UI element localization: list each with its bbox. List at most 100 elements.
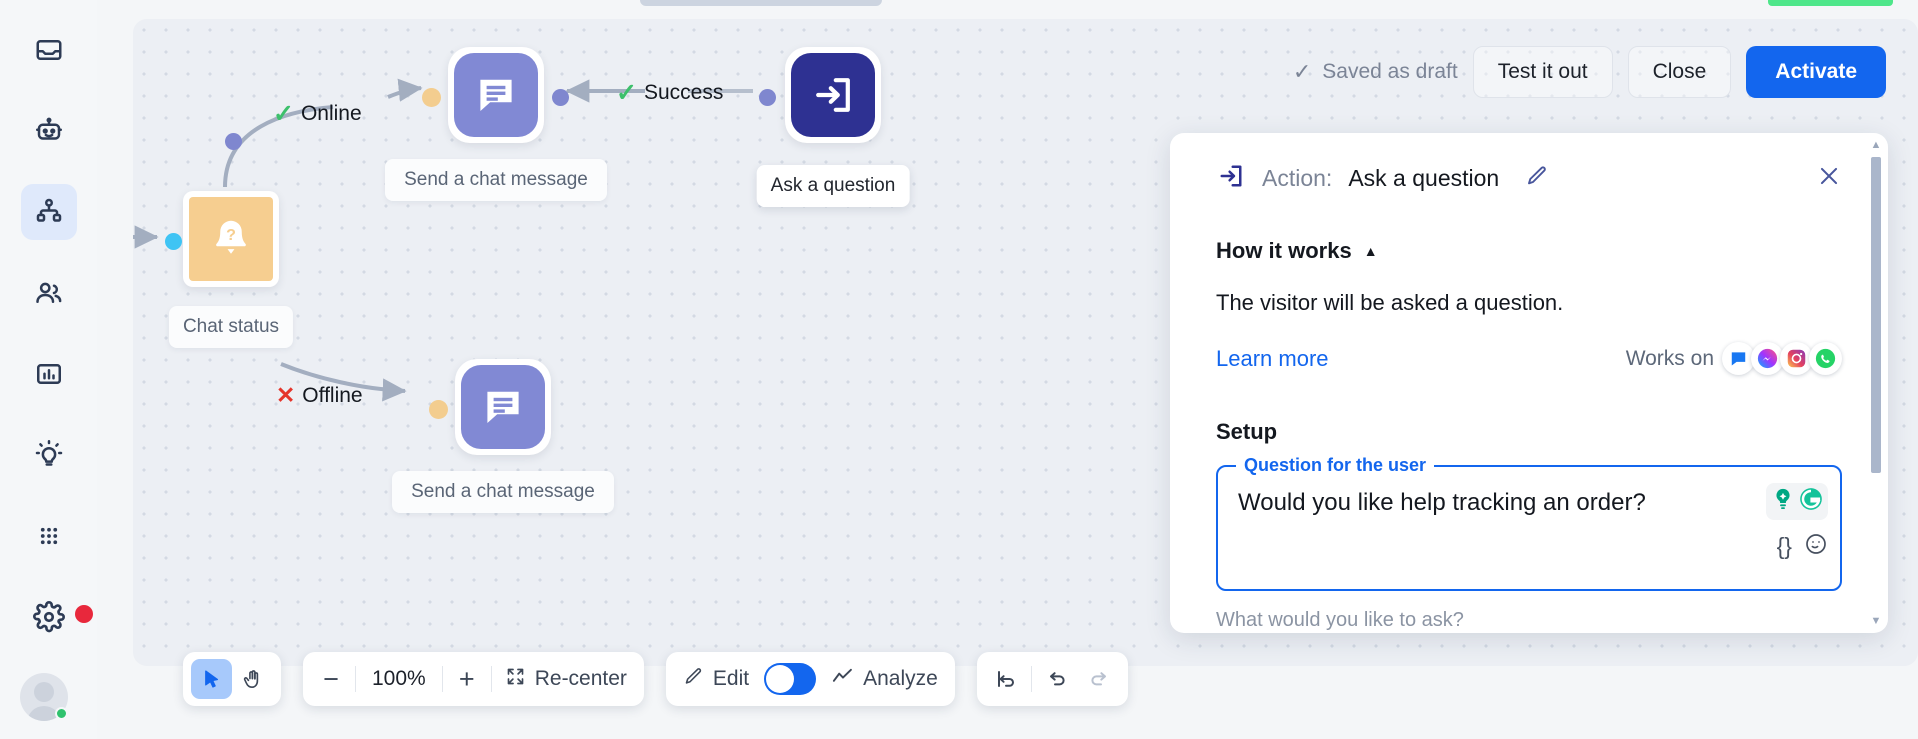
node-ask-a-question-box[interactable] [785,47,881,143]
recenter-button[interactable]: Re-center [496,659,636,699]
edit-mode-label: Edit [713,667,749,691]
node-send-chat-offline-input-port[interactable] [429,400,448,419]
sidebar-item-insights[interactable] [21,427,77,483]
node-send-chat-message-offline-box[interactable] [455,359,551,455]
zoom-group: − 100% + Re-center [303,652,644,706]
zoom-out-button[interactable]: − [311,659,351,699]
analyze-mode-button[interactable]: Analyze [822,659,947,699]
panel-scrollbar[interactable]: ▲ ▼ [1869,139,1883,627]
question-input[interactable]: Would you like help tracking an order? [1238,489,1710,517]
node-chat-status-input-port[interactable] [165,233,182,250]
gear-icon [33,601,65,633]
node-ask-a-question-label: Ask a question [757,165,910,207]
recenter-icon [505,666,526,693]
question-field-inline-tools: {} [1777,532,1828,561]
action-settings-panel: Action: Ask a question How it works ▲ Th… [1170,133,1888,633]
canvas-toolbar: − 100% + Re-center [183,652,1128,706]
activate-button[interactable]: Activate [1746,46,1886,98]
panel-header: Action: Ask a question [1216,161,1842,196]
edit-pencil-icon[interactable] [1525,164,1549,193]
svg-text:?: ? [226,226,236,244]
history-group [977,652,1128,706]
people-icon [34,278,64,308]
question-field-tools: {} [1766,483,1828,561]
saved-status: ✓ Saved as draft [1293,59,1458,85]
close-button[interactable]: Close [1628,46,1732,98]
test-it-out-button[interactable]: Test it out [1473,46,1613,98]
sidebar-item-flows[interactable] [21,184,77,240]
check-icon: ✓ [1293,59,1311,85]
reset-changes-button[interactable] [985,659,1027,699]
how-it-works-description: The visitor will be asked a question. [1216,290,1842,316]
chat-message-icon [454,53,538,137]
ai-assist-icon[interactable] [1770,486,1796,517]
edge-label-online-text: Online [301,102,362,126]
analyze-mode-label: Analyze [863,667,938,691]
how-it-works-header[interactable]: How it works ▲ [1216,238,1842,264]
sidebar-item-settings[interactable] [21,589,77,645]
bar-chart-icon [34,359,64,389]
tool-mode-group [183,652,281,706]
grammarly-icon[interactable] [1798,486,1824,517]
question-field-legend: Question for the user [1236,455,1434,476]
edit-mode-button[interactable]: Edit [674,659,758,699]
learn-more-row: Learn more Works on [1216,342,1842,375]
toolbar-divider [491,666,492,692]
avatar[interactable] [20,673,68,721]
redo-button[interactable] [1078,659,1120,699]
settings-alert-badge [75,605,93,623]
pencil-icon [683,666,704,693]
edge-label-offline: ✕ Offline [276,382,363,409]
question-field[interactable]: Question for the user Would you like hel… [1216,465,1842,591]
node-send-chat-message-online[interactable]: Send a chat message [448,47,544,143]
works-on-label: Works on [1626,347,1714,371]
sidebar-item-contacts[interactable] [21,265,77,321]
node-send-chat-online-output-port[interactable] [552,89,569,106]
select-cursor-tool[interactable] [191,659,232,699]
close-icon[interactable] [1816,163,1842,194]
recenter-label: Re-center [535,667,627,691]
how-it-works-label: How it works [1216,238,1352,264]
node-send-chat-online-input-port[interactable] [422,88,441,107]
sidebar-item-inbox[interactable] [21,22,77,78]
undo-button[interactable] [1036,659,1078,699]
node-send-chat-message-offline[interactable]: Send a chat message [455,359,551,455]
zoom-in-button[interactable]: + [447,659,487,699]
saved-status-text: Saved as draft [1322,60,1457,84]
edge-label-online: ✓ Online [273,99,362,129]
learn-more-link[interactable]: Learn more [1216,346,1329,372]
node-chat-status-output-port-top[interactable] [225,133,242,150]
node-send-chat-message-online-box[interactable] [448,47,544,143]
sidebar-item-chatbot[interactable] [21,103,77,159]
scrollbar-thumb[interactable] [1871,157,1881,473]
node-chat-status-label: Chat status [169,306,293,348]
page-title: Ask a question [1348,165,1499,192]
scroll-down-arrow-icon[interactable]: ▼ [1869,615,1883,627]
node-chat-status[interactable]: ? Chat status [183,191,279,287]
node-chat-status-box[interactable]: ? [183,191,279,287]
avatar-online-indicator [55,707,68,720]
bell-question-icon: ? [189,197,273,281]
whatsapp-icon [1809,342,1842,375]
emoji-icon[interactable] [1804,532,1828,561]
arrow-into-box-icon [791,53,875,137]
variable-braces-icon[interactable]: {} [1777,533,1792,560]
works-on-group: Works on [1626,342,1842,375]
toolbar-divider [1031,666,1032,692]
setup-section-title: Setup [1216,419,1842,445]
sidebar-item-reports[interactable] [21,346,77,402]
hand-pan-tool[interactable] [232,659,273,699]
trend-line-icon [831,665,854,694]
app-root: ? Chat status ✓ Online [0,0,1918,739]
scroll-up-arrow-icon[interactable]: ▲ [1869,139,1883,151]
node-ask-a-question[interactable]: Ask a question [785,47,881,143]
check-icon: ✓ [616,78,637,108]
toggle-knob [766,665,794,693]
edge-label-success-text: Success [644,81,723,105]
sidebar-item-apps[interactable] [21,508,77,564]
edit-analyze-toggle[interactable] [764,663,816,695]
ai-tools-pill[interactable] [1766,483,1828,520]
node-ask-a-question-input-port[interactable] [759,89,776,106]
arrow-into-box-icon [1216,161,1246,196]
grid-dots-icon [34,521,64,551]
